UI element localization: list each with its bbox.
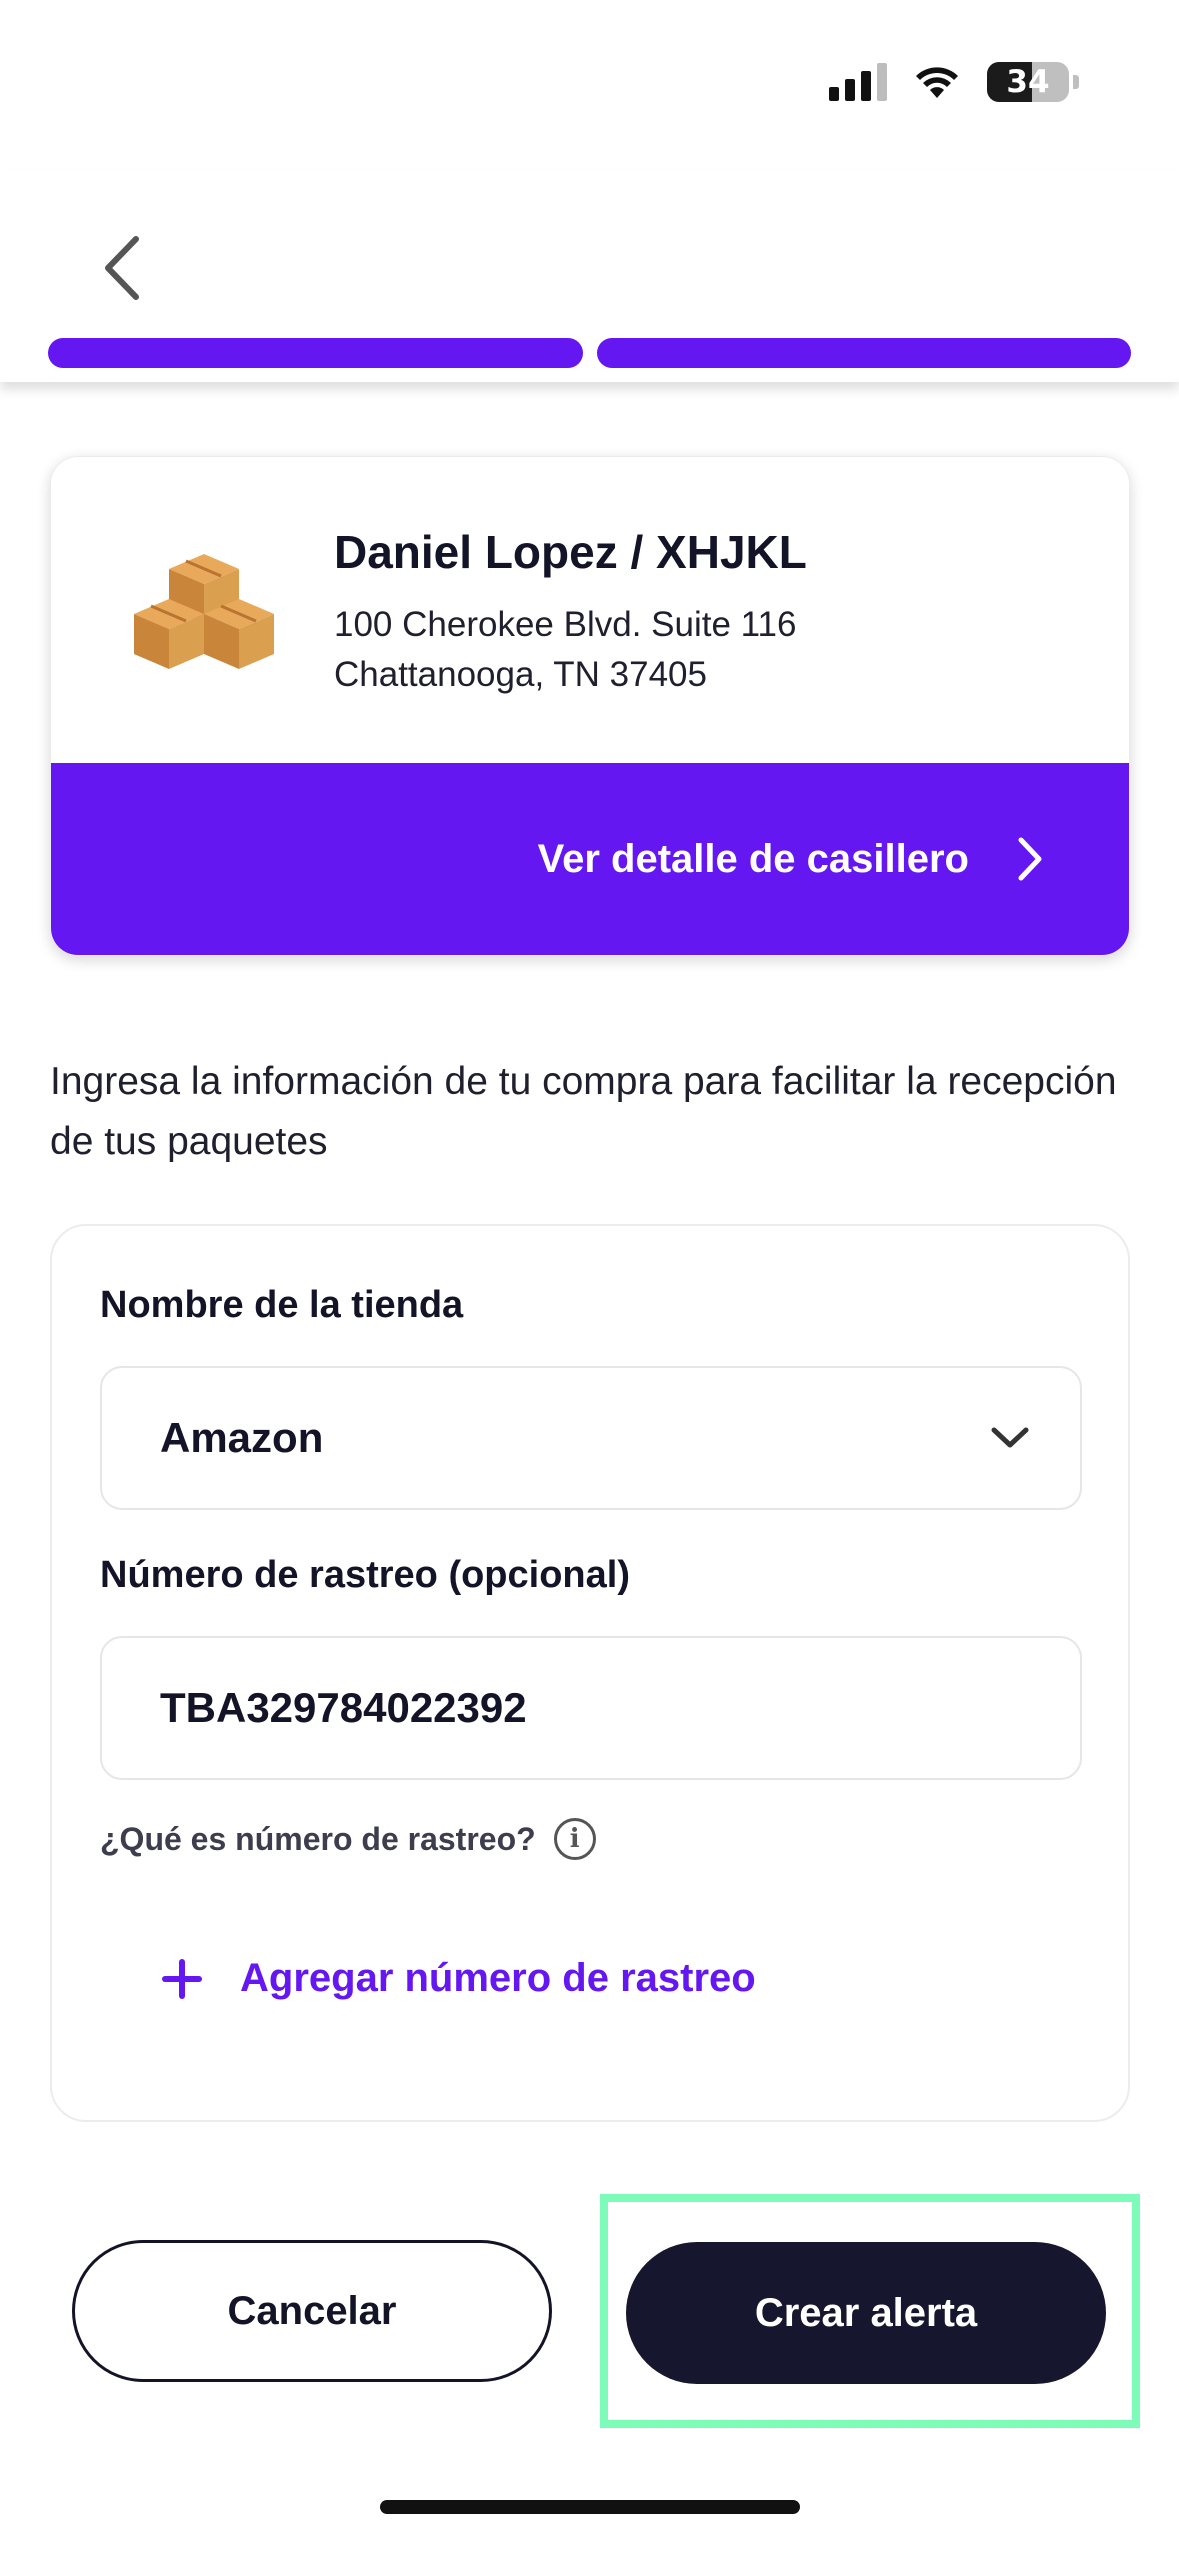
boxes-icon	[129, 539, 279, 679]
store-label: Nombre de la tienda	[100, 1284, 464, 1326]
highlight-box	[600, 2194, 1140, 2428]
status-icons: 34	[829, 62, 1079, 102]
cancel-button[interactable]: Cancelar	[72, 2240, 552, 2382]
tracking-label: Número de rastreo (opcional)	[100, 1554, 630, 1596]
header	[0, 170, 1179, 382]
instructions-text: Ingresa la información de tu compra para…	[50, 1060, 1117, 1163]
progress-step-1	[48, 338, 583, 368]
chevron-right-icon	[1018, 837, 1042, 881]
tracking-input-value: TBA329784022392	[160, 1684, 527, 1731]
add-tracking-button[interactable]: Agregar número de rastreo	[162, 1956, 756, 2001]
wifi-icon	[913, 64, 961, 100]
locker-detail-label: Ver detalle de casillero	[537, 836, 969, 881]
locker-address-line1: 100 Cherokee Blvd. Suite 116	[334, 605, 797, 644]
locker-card: Daniel Lopez / XHJKL 100 Cherokee Blvd. …	[50, 456, 1130, 956]
add-tracking-label: Agregar número de rastreo	[240, 1956, 756, 2000]
locker-name: Daniel Lopez / XHJKL	[334, 526, 807, 578]
chevron-down-icon	[991, 1427, 1029, 1448]
battery-level: 34	[1006, 64, 1050, 100]
progress-step-2	[596, 338, 1131, 368]
store-select[interactable]: Amazon	[100, 1366, 1082, 1510]
plus-icon	[162, 1958, 202, 1999]
cellular-signal-icon	[829, 63, 887, 101]
tracking-help[interactable]: ¿Qué es número de rastreo? i	[100, 1818, 596, 1860]
status-bar: 34	[0, 0, 1179, 170]
store-select-value: Amazon	[160, 1414, 324, 1461]
battery-nub	[1073, 75, 1079, 89]
locker-detail-link[interactable]: Ver detalle de casillero	[51, 763, 1129, 955]
chevron-left-icon	[105, 236, 139, 300]
info-icon[interactable]: i	[553, 1818, 596, 1860]
step-progress	[48, 338, 1131, 368]
locker-address-line2: Chattanooga, TN 37405	[334, 655, 707, 694]
tracking-help-text: ¿Qué es número de rastreo?	[100, 1820, 536, 1857]
tracking-input[interactable]: TBA329784022392	[100, 1636, 1082, 1780]
home-indicator[interactable]	[380, 2500, 800, 2514]
purchase-form: Nombre de la tienda Amazon Número de ras…	[50, 1224, 1130, 2122]
back-button[interactable]	[92, 228, 152, 308]
battery-icon: 34	[987, 62, 1069, 102]
